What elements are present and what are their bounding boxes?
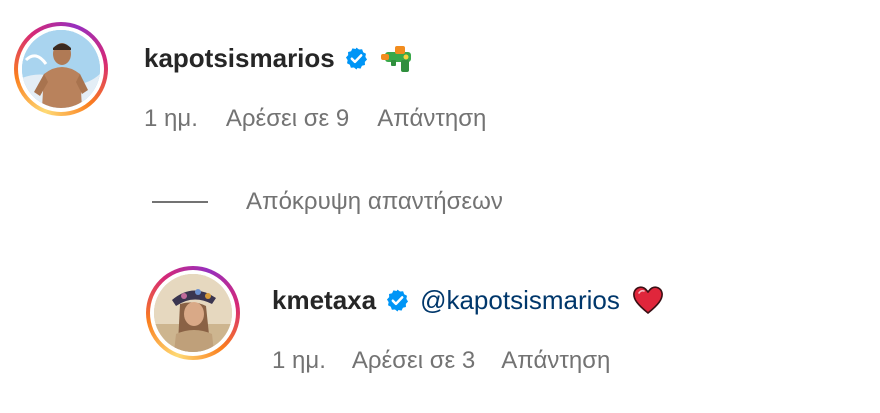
comment: kapotsismarios 1 ημ. Αρέσει σε 9 Απάντησ… xyxy=(0,0,880,150)
reply-button[interactable]: Απάντηση xyxy=(377,105,486,133)
comment-timestamp[interactable]: 1 ημ. xyxy=(144,105,198,133)
mention-link[interactable]: @kapotsismarios xyxy=(420,285,620,316)
red-heart-icon xyxy=(632,285,664,315)
comment-username[interactable]: kapotsismarios xyxy=(144,43,335,74)
reply-button[interactable]: Απάντηση xyxy=(501,347,610,375)
hide-replies-button[interactable]: Απόκρυψη απαντήσεων xyxy=(152,186,503,218)
hide-replies-label: Απόκρυψη απαντήσεων xyxy=(246,188,503,215)
profile-photo xyxy=(22,30,100,108)
like-count-link[interactable]: Αρέσει σε 3 xyxy=(352,347,475,375)
water-gun-icon xyxy=(379,42,415,74)
profile-photo xyxy=(154,274,232,352)
comment-username[interactable]: kmetaxa xyxy=(272,285,376,316)
reply-comment: kmetaxa @kapotsismarios 1 ημ. Αρέσει σε … xyxy=(0,250,880,410)
avatar[interactable] xyxy=(146,266,240,360)
verified-badge-icon xyxy=(344,46,369,71)
comment-timestamp[interactable]: 1 ημ. xyxy=(272,347,326,375)
avatar[interactable] xyxy=(14,22,108,116)
like-count-link[interactable]: Αρέσει σε 9 xyxy=(226,105,349,133)
verified-badge-icon xyxy=(385,288,410,313)
replies-divider-line xyxy=(152,201,208,203)
